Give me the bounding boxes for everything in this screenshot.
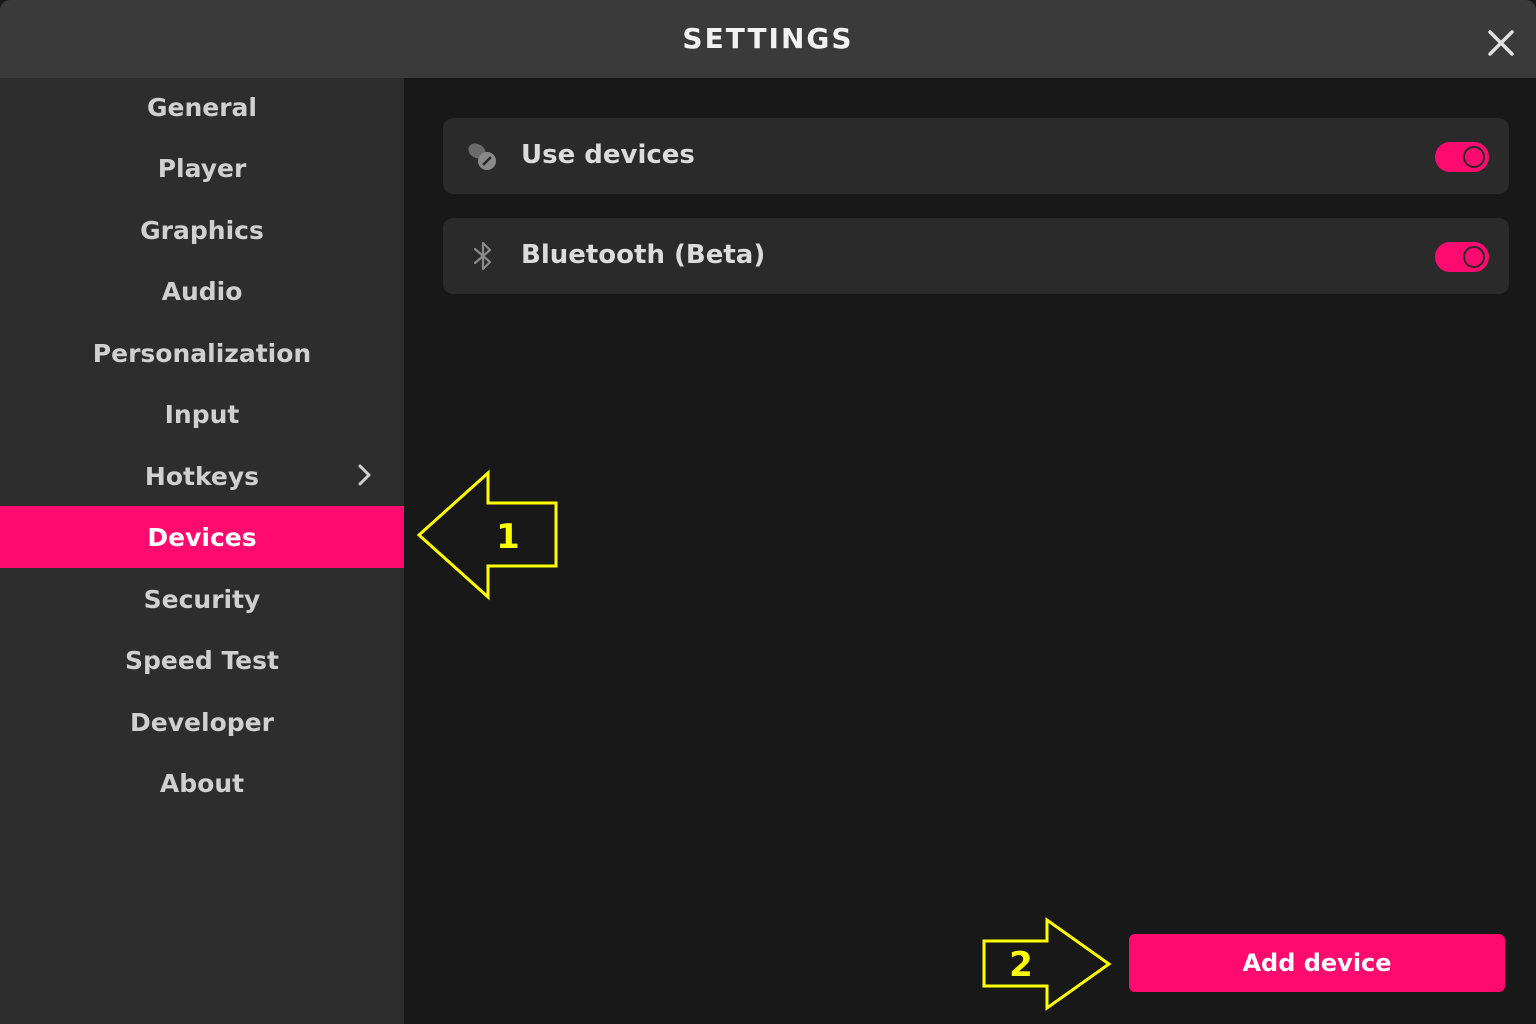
bluetooth-toggle[interactable] xyxy=(1435,242,1489,272)
toggle-knob xyxy=(1463,146,1485,168)
settings-sidebar: General Player Graphics Audio Personaliz… xyxy=(0,78,404,1024)
sidebar-item-speed-test[interactable]: Speed Test xyxy=(0,629,404,691)
bluetooth-icon xyxy=(473,241,492,271)
sidebar-item-label: Audio xyxy=(161,276,243,306)
sidebar-item-label: Graphics xyxy=(140,215,264,245)
sidebar-item-player[interactable]: Player xyxy=(0,137,404,199)
sidebar-item-audio[interactable]: Audio xyxy=(0,260,404,322)
sidebar-item-developer[interactable]: Developer xyxy=(0,691,404,753)
sidebar-item-label: Player xyxy=(157,153,247,183)
devices-icon xyxy=(468,143,496,170)
sidebar-item-label: Security xyxy=(143,584,261,614)
annotation-arrow-left: 1 xyxy=(416,469,558,601)
sidebar-item-label: Personalization xyxy=(92,338,312,368)
annotation-number: 1 xyxy=(496,517,520,557)
annotation-arrow-right: 2 xyxy=(982,917,1112,1011)
close-icon[interactable] xyxy=(1484,26,1518,60)
sidebar-item-hotkeys[interactable]: Hotkeys xyxy=(0,445,404,507)
sidebar-item-label: Developer xyxy=(130,707,274,737)
sidebar-item-label: General xyxy=(147,92,257,122)
sidebar-item-personalization[interactable]: Personalization xyxy=(0,322,404,384)
setting-label: Use devices xyxy=(521,140,695,170)
toggle-knob xyxy=(1463,246,1485,268)
devices-panel: Use devices Bluetooth (Beta) Add device xyxy=(404,78,1536,1024)
chevron-right-icon xyxy=(358,464,371,486)
add-device-button[interactable]: Add device xyxy=(1129,934,1505,992)
window-title: SETTINGS xyxy=(682,22,854,55)
sidebar-item-label: About xyxy=(159,768,245,798)
use-devices-setting: Use devices xyxy=(443,118,1509,194)
setting-label: Bluetooth (Beta) xyxy=(521,240,766,270)
sidebar-item-security[interactable]: Security xyxy=(0,568,404,630)
sidebar-item-graphics[interactable]: Graphics xyxy=(0,199,404,261)
bluetooth-setting: Bluetooth (Beta) xyxy=(443,218,1509,294)
settings-window: SETTINGS General Player Graphics Audio P… xyxy=(0,0,1536,1024)
sidebar-item-label: Devices xyxy=(147,522,257,552)
sidebar-item-general[interactable]: General xyxy=(0,76,404,138)
annotation-number: 2 xyxy=(1009,945,1033,985)
sidebar-item-label: Hotkeys xyxy=(144,461,260,491)
use-devices-toggle[interactable] xyxy=(1435,142,1489,172)
add-device-label: Add device xyxy=(1242,949,1392,977)
sidebar-item-input[interactable]: Input xyxy=(0,383,404,445)
sidebar-item-label: Input xyxy=(164,399,240,429)
sidebar-item-about[interactable]: About xyxy=(0,752,404,814)
title-bar: SETTINGS xyxy=(0,0,1536,78)
sidebar-item-label: Speed Test xyxy=(125,645,279,675)
sidebar-item-devices[interactable]: Devices xyxy=(0,506,404,568)
